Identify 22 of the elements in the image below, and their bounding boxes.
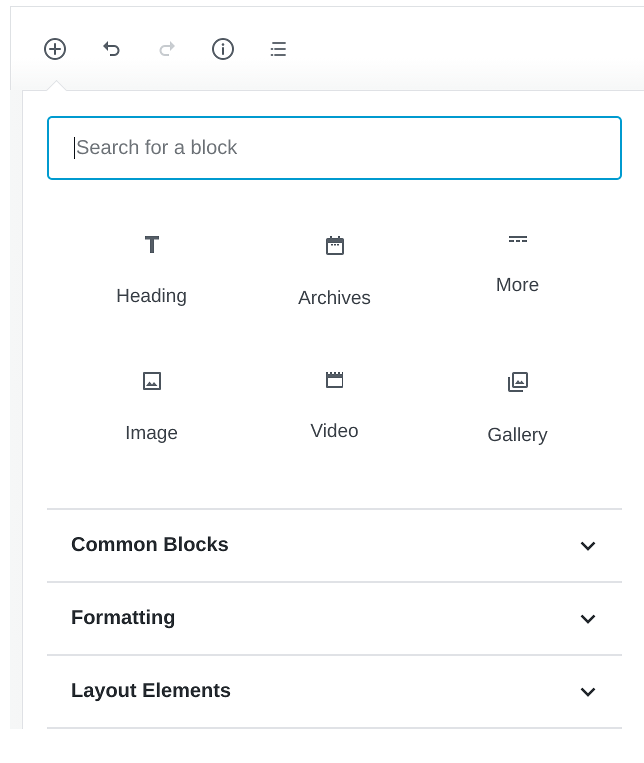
search-field[interactable]: Search for a block <box>47 116 622 180</box>
block-item[interactable]: Image <box>60 369 243 447</box>
dashed-line-icon <box>508 236 526 242</box>
text-cursor <box>74 137 75 159</box>
category-title: Formatting <box>71 607 176 630</box>
category-toggle[interactable]: Common Blocks <box>47 510 622 583</box>
block-item[interactable]: More <box>426 233 609 310</box>
add-icon[interactable] <box>43 36 67 60</box>
clapperboard-icon <box>326 372 344 388</box>
info-icon[interactable] <box>211 36 235 60</box>
category-title: Common Blocks <box>71 534 229 557</box>
image-icon <box>142 372 160 390</box>
block-item[interactable]: Video <box>243 369 426 447</box>
category-title: Layout Elements <box>71 680 232 703</box>
block-item[interactable]: Archives <box>243 233 426 310</box>
gallery-icon <box>508 372 528 392</box>
block-item[interactable]: Heading <box>60 233 243 310</box>
calendar-icon <box>326 236 344 255</box>
category-toggle[interactable]: Formatting <box>47 583 622 656</box>
category-toggle[interactable]: Layout Elements <box>47 656 622 729</box>
block-item[interactable]: Gallery <box>426 369 609 447</box>
text-icon <box>144 236 158 253</box>
